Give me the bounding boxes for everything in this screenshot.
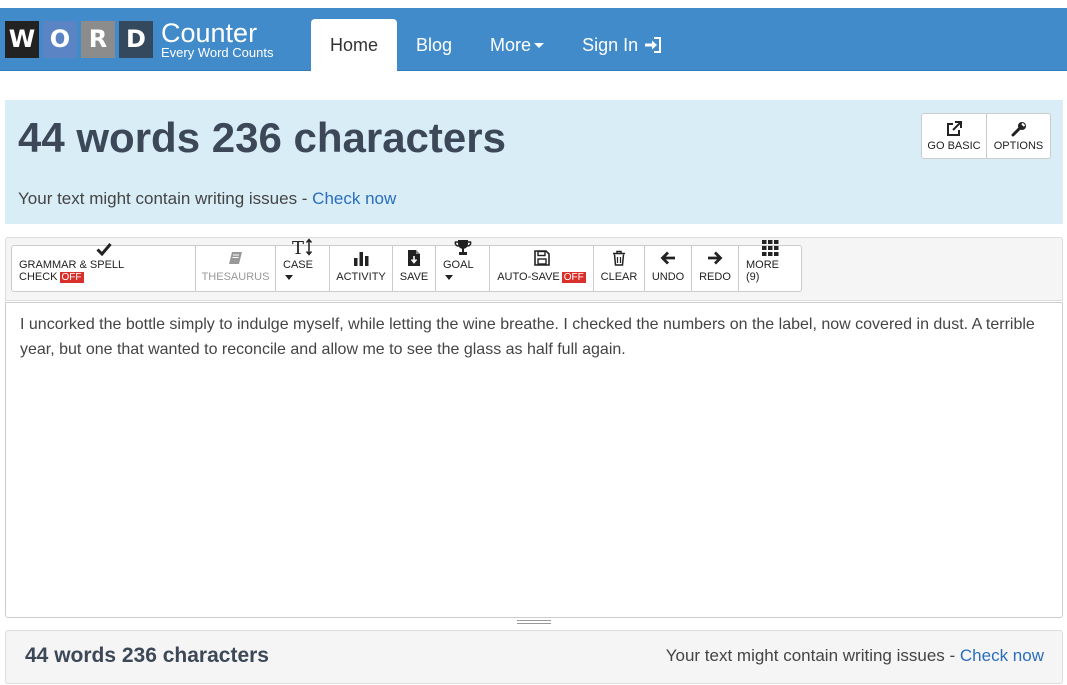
arrow-left-icon [660, 251, 675, 265]
bar-chart-icon [353, 252, 368, 266]
main-nav: Home Blog More Sign In [311, 19, 681, 71]
thesaurus-label: THESAURUS [201, 271, 270, 283]
site-logo[interactable]: W O R D Counter Every Word Counts [5, 16, 273, 62]
goal-label: GOAL [443, 259, 474, 271]
file-download-icon [408, 250, 420, 266]
logo-letter-d: D [119, 20, 153, 58]
chevron-down-icon [445, 274, 453, 280]
redo-label: REDO [699, 271, 731, 283]
bottom-stats-bar: 44 words 236 characters Your text might … [5, 630, 1063, 684]
top-navbar: W O R D Counter Every Word Counts Home B… [0, 8, 1067, 71]
writing-issues-notice: Your text might contain writing issues -… [18, 189, 396, 209]
writing-issues-text: Your text might contain writing issues - [18, 189, 313, 208]
auto-save-label: AUTO-SAVE [497, 271, 560, 283]
more-tools-button[interactable]: MORE (9) [738, 240, 802, 292]
word-character-count: 44 words 236 characters [18, 114, 506, 161]
nav-sign-in-label: Sign In [582, 34, 639, 55]
activity-button[interactable]: ACTIVITY [329, 245, 393, 292]
nav-blog-label: Blog [416, 34, 453, 55]
nav-sign-in[interactable]: Sign In [563, 19, 681, 71]
book-icon [229, 251, 242, 264]
wrench-icon [1011, 121, 1026, 136]
grammar-off-badge: OFF [59, 272, 84, 283]
clear-label: CLEAR [600, 271, 638, 283]
case-label: CASE [283, 259, 313, 271]
stats-panel: 44 words 236 characters Your text might … [5, 100, 1063, 224]
nav-more-label: More [490, 34, 532, 55]
trophy-icon [454, 240, 471, 255]
options-button[interactable]: OPTIONS [987, 113, 1051, 159]
activity-label: ACTIVITY [336, 271, 386, 283]
footer-word-character-count: 44 words 236 characters [25, 644, 269, 667]
logo-tagline: Every Word Counts [161, 44, 274, 60]
view-options-group: GO BASIC OPTIONS [921, 113, 1051, 159]
chevron-down-icon [534, 42, 545, 48]
logo-letter-w: W [5, 20, 39, 58]
undo-label: UNDO [651, 271, 685, 283]
go-basic-button[interactable]: GO BASIC [921, 113, 987, 159]
arrow-right-icon [708, 251, 723, 265]
options-label: OPTIONS [993, 139, 1044, 152]
check-icon [95, 243, 112, 256]
nav-home-label: Home [330, 34, 379, 55]
check-now-link[interactable]: Check now [312, 189, 396, 208]
save-button[interactable]: SAVE [392, 245, 436, 292]
logo-letter-o: O [43, 20, 77, 58]
undo-button[interactable]: UNDO [644, 245, 692, 292]
thesaurus-button[interactable]: THESAURUS [195, 245, 276, 292]
redo-button[interactable]: REDO [691, 245, 739, 292]
auto-save-button[interactable]: AUTO-SAVE OFF [489, 245, 594, 292]
goal-dropdown-button[interactable]: GOAL [435, 240, 490, 292]
chevron-down-icon [285, 274, 293, 280]
sign-in-icon [645, 37, 662, 53]
clear-button[interactable]: CLEAR [593, 245, 645, 292]
nav-more-dropdown[interactable]: More [471, 19, 563, 71]
more-tools-label: MORE (9) [746, 259, 779, 283]
resize-handle[interactable] [517, 620, 551, 626]
case-dropdown-button[interactable]: T CASE [275, 238, 330, 292]
trash-icon [613, 250, 625, 266]
footer-writing-issues-notice: Your text might contain writing issues -… [666, 646, 1044, 666]
logo-letter-r: R [81, 20, 115, 58]
nav-home[interactable]: Home [311, 19, 398, 71]
grammar-spell-check-button[interactable]: GRAMMAR & SPELL CHECK OFF [11, 243, 196, 292]
svg-text:T: T [292, 238, 304, 256]
auto-save-off-badge: OFF [561, 272, 586, 283]
editor-toolbar: GRAMMAR & SPELL CHECK OFF THESAURUS T CAS… [5, 237, 1063, 301]
go-basic-label: GO BASIC [927, 139, 981, 152]
logo-text: Counter Every Word Counts [161, 17, 274, 60]
nav-blog[interactable]: Blog [397, 19, 471, 71]
save-label: SAVE [399, 271, 429, 283]
text-height-icon: T [292, 238, 312, 256]
logo-brand: Counter [161, 17, 258, 48]
footer-writing-issues-text: Your text might contain writing issues - [665, 646, 960, 665]
floppy-disk-icon [533, 250, 550, 266]
grid-icon [761, 240, 778, 256]
text-editor[interactable]: I uncorked the bottle simply to indulge … [5, 302, 1063, 618]
footer-check-now-link[interactable]: Check now [960, 646, 1044, 665]
external-link-icon [946, 120, 962, 136]
toolbar-buttons: GRAMMAR & SPELL CHECK OFF THESAURUS T CAS… [11, 238, 802, 292]
